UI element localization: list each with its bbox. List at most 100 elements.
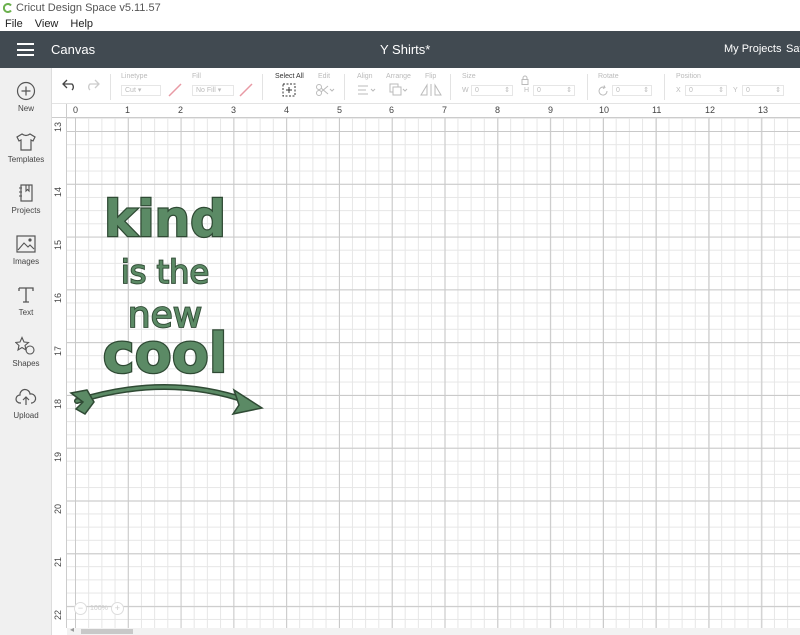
sidebar-label-images: Images [12,257,40,266]
design-group[interactable]: kind is the new cool [67,118,277,428]
ruler-left-label: 21 [53,556,63,567]
zoom-control: − 100% + [74,600,124,616]
ruler-top-label: 8 [495,105,501,115]
menu-file[interactable]: File [5,18,23,30]
ruler-top-label: 6 [389,105,395,115]
sidebar-item-upload[interactable]: Upload [0,388,52,420]
toolbar-divider [110,74,111,100]
ruler-left-label: 13 [53,121,63,132]
arrow-graphic[interactable] [69,384,264,416]
ruler-top-label: 3 [231,105,237,115]
ruler-top-label: 13 [758,105,769,115]
ruler-top-label: 9 [548,105,554,115]
menu-help[interactable]: Help [70,18,93,30]
fill-value: No Fill [196,87,216,94]
edit-toolbar: Linetype Cut ▾ Fill No Fill ▾ Select All… [52,68,800,104]
toolbar-divider [344,74,345,100]
align-label: Align [357,73,373,80]
linetype-label: Linetype [121,73,148,80]
align-icon[interactable] [357,84,377,96]
arrange-label: Arrange [386,73,411,80]
arrange-icon[interactable] [389,83,409,97]
toolbar-divider [664,74,665,100]
ruler-top-label: 11 [652,105,662,115]
window-title: Cricut Design Space v5.11.57 [16,2,161,14]
select-all-icon[interactable] [282,83,296,97]
width-label: W [462,87,469,94]
ruler-left-label: 18 [53,398,63,409]
sidebar-item-shapes[interactable]: Shapes [0,336,52,368]
sidebar-item-images[interactable]: Images [0,234,52,266]
sidebar-item-projects[interactable]: Projects [0,183,52,215]
ruler-left-label: 15 [53,239,63,250]
notebook-icon [19,184,33,202]
sidebar-item-new[interactable]: New [0,81,52,113]
window-titlebar: Cricut Design Space v5.11.57 [0,0,800,16]
width-value: 0 [475,87,479,94]
ruler-left-label: 19 [53,451,63,462]
ruler-left: 13 14 15 16 17 18 19 20 21 22 [52,118,67,628]
zoom-in-button[interactable]: + [110,601,124,615]
rotate-icon[interactable] [597,85,609,97]
redo-icon[interactable] [84,79,100,91]
horizontal-scrollbar[interactable]: ◂ [67,625,800,635]
scroll-left-arrow-icon[interactable]: ◂ [70,625,74,634]
y-position-input[interactable]: 0 ⇕ [742,85,784,96]
tshirt-icon [16,133,36,151]
width-input[interactable]: 0 ⇕ [471,85,513,96]
height-input[interactable]: 0 ⇕ [533,85,575,96]
x-position-input[interactable]: 0 ⇕ [685,85,727,96]
shapes-icon [15,336,35,355]
ruler-top-label: 2 [178,105,184,115]
flip-icon[interactable] [420,83,442,97]
select-all-label[interactable]: Select All [275,73,304,80]
ruler-top-label: 5 [337,105,343,115]
scissors-edit-icon[interactable] [315,83,335,97]
plus-circle-icon [16,81,36,101]
cricut-logo-icon [3,3,12,13]
sidebar-label-projects: Projects [11,206,41,215]
x-value: 0 [689,87,693,94]
design-canvas[interactable]: kind is the new cool [67,118,800,628]
rotate-value: 0 [616,87,620,94]
sidebar-label-upload: Upload [13,411,39,420]
height-label: H [524,87,530,94]
linetype-value: Cut [125,87,136,94]
height-value: 0 [537,87,541,94]
rotate-label: Rotate [598,73,619,80]
fill-color-swatch-icon[interactable] [239,83,253,97]
edit-label: Edit [318,73,331,80]
image-icon [16,235,36,253]
undo-icon[interactable] [62,79,78,91]
scrollbar-thumb[interactable] [81,629,133,634]
position-label: Position [676,73,701,80]
sidebar-item-text[interactable]: Text [0,285,52,317]
fill-select[interactable]: No Fill ▾ [192,85,234,96]
cloud-upload-icon [15,388,37,405]
x-label: X [676,87,681,94]
ruler-left-label: 14 [53,186,63,197]
toolbar-divider [450,74,451,100]
linetype-color-swatch-icon[interactable] [168,83,182,97]
left-sidebar: New Templates Projects Images Text Shape… [0,68,52,635]
hamburger-menu-icon[interactable] [17,43,34,56]
zoom-out-button[interactable]: − [74,601,87,615]
design-text-is-the[interactable]: is the [120,252,210,292]
rotate-input[interactable]: 0 ⇕ [612,85,652,96]
sidebar-item-templates[interactable]: Templates [0,132,52,164]
design-text-kind[interactable]: kind [103,189,227,250]
menu-view[interactable]: View [35,18,59,30]
lock-icon[interactable] [520,75,530,85]
ruler-left-label: 17 [53,345,63,356]
flip-label: Flip [425,73,437,80]
design-text-cool[interactable]: cool [101,321,228,387]
project-title: Y Shirts* [380,42,431,57]
my-projects-link[interactable]: My Projects [724,43,781,55]
app-header: Canvas Y Shirts* My Projects Sav [0,31,800,68]
ruler-top-label: 10 [599,105,610,115]
fill-label: Fill [192,73,201,80]
toolbar-divider [587,74,588,100]
y-value: 0 [746,87,750,94]
linetype-select[interactable]: Cut ▾ [121,85,161,96]
save-button[interactable]: Sav [786,43,800,55]
